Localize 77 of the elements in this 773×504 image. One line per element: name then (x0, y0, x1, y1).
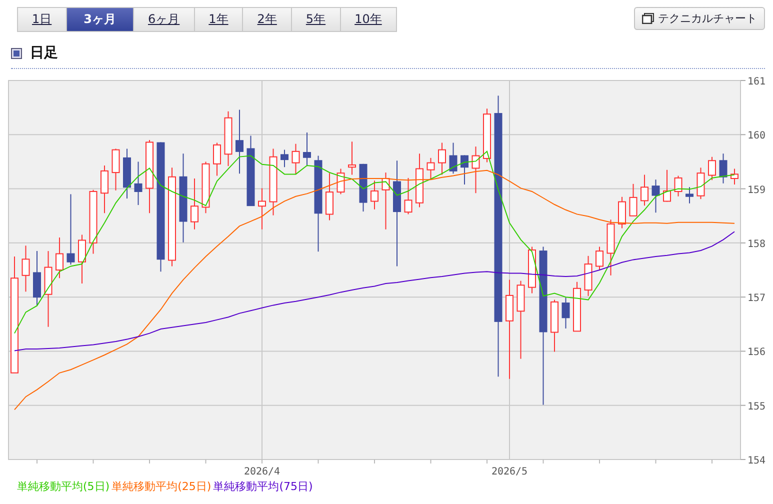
period-tab[interactable]: 3ヶ月 (66, 8, 134, 31)
candlestick (596, 246, 604, 270)
candlestick (224, 110, 232, 167)
candlestick (326, 172, 334, 221)
candlestick (336, 168, 345, 195)
candlestick (236, 109, 244, 174)
candlestick (280, 149, 288, 168)
candlestick (696, 167, 705, 200)
candlestick (708, 156, 716, 181)
period-tab[interactable]: 1年 (194, 8, 244, 31)
candlestick (438, 142, 446, 176)
candlestick (686, 186, 694, 204)
candlestick (606, 219, 615, 276)
candlestick (460, 154, 468, 185)
candlestick (550, 299, 558, 352)
candlestick (123, 148, 131, 200)
y-axis-label: 157 (748, 293, 766, 304)
legend-item: 単純移動平均(5日) (17, 479, 110, 494)
legend-item: 単純移動平均(75日) (213, 479, 313, 494)
candlestick (528, 246, 536, 294)
candlestick (66, 194, 75, 266)
y-axis-label: 160 (748, 130, 766, 142)
candlestick (112, 148, 120, 191)
candlestick (730, 168, 738, 185)
technical-chart-button[interactable]: テクニカルチャート (634, 7, 765, 30)
candlestick (303, 132, 311, 166)
candlestick (584, 255, 592, 296)
candlestick (640, 174, 648, 206)
candlestick (213, 142, 221, 176)
candlestick (78, 234, 86, 284)
candlestick (134, 161, 142, 206)
period-tab[interactable]: 6ヶ月 (134, 8, 195, 31)
period-tab[interactable]: 1日 (18, 8, 67, 31)
candlestick (33, 250, 41, 306)
candlestick (573, 281, 581, 332)
candlestick (359, 163, 368, 212)
candlestick (663, 169, 671, 202)
candlestick (719, 153, 728, 184)
period-tab[interactable]: 10年 (340, 8, 396, 31)
candlestick (269, 148, 278, 216)
candlestick (483, 108, 491, 163)
candlestick (190, 178, 198, 230)
candlestick (382, 172, 390, 230)
candlestick (246, 135, 255, 206)
candlestick (416, 153, 424, 208)
candlestick (629, 183, 638, 216)
candlestick (562, 297, 570, 329)
section-title: 日足 (30, 45, 58, 62)
candlestick (56, 237, 64, 279)
y-axis-label: 161 (748, 76, 766, 88)
candlestick (426, 157, 435, 180)
candlestick (404, 177, 412, 215)
candlestick (22, 245, 30, 292)
candlestick (449, 142, 458, 174)
legend-item: 単純移動平均(25日) (112, 479, 212, 494)
candlestick (370, 180, 378, 210)
candlestick (472, 146, 480, 194)
candlestick (292, 143, 300, 175)
candlestick (652, 179, 660, 214)
candlestick (258, 188, 266, 230)
candlestick (89, 189, 98, 254)
candlestick (618, 196, 626, 229)
x-axis-label: 2026/5 (491, 466, 528, 478)
period-tab[interactable]: 2年 (243, 8, 292, 31)
y-axis-label: 159 (748, 184, 766, 196)
square-bullet-icon (11, 48, 22, 59)
candlestick (202, 161, 210, 214)
candlestick (348, 141, 356, 176)
candlestick (674, 175, 682, 197)
y-axis-label: 155 (748, 401, 766, 412)
y-axis-label: 156 (748, 347, 766, 358)
candlestick (100, 165, 108, 214)
x-axis-label: 2026/4 (244, 466, 280, 478)
window-icon (642, 13, 654, 24)
y-axis-label: 154 (748, 456, 766, 466)
period-tab[interactable]: 5年 (292, 8, 341, 31)
y-axis-label: 158 (748, 238, 766, 250)
